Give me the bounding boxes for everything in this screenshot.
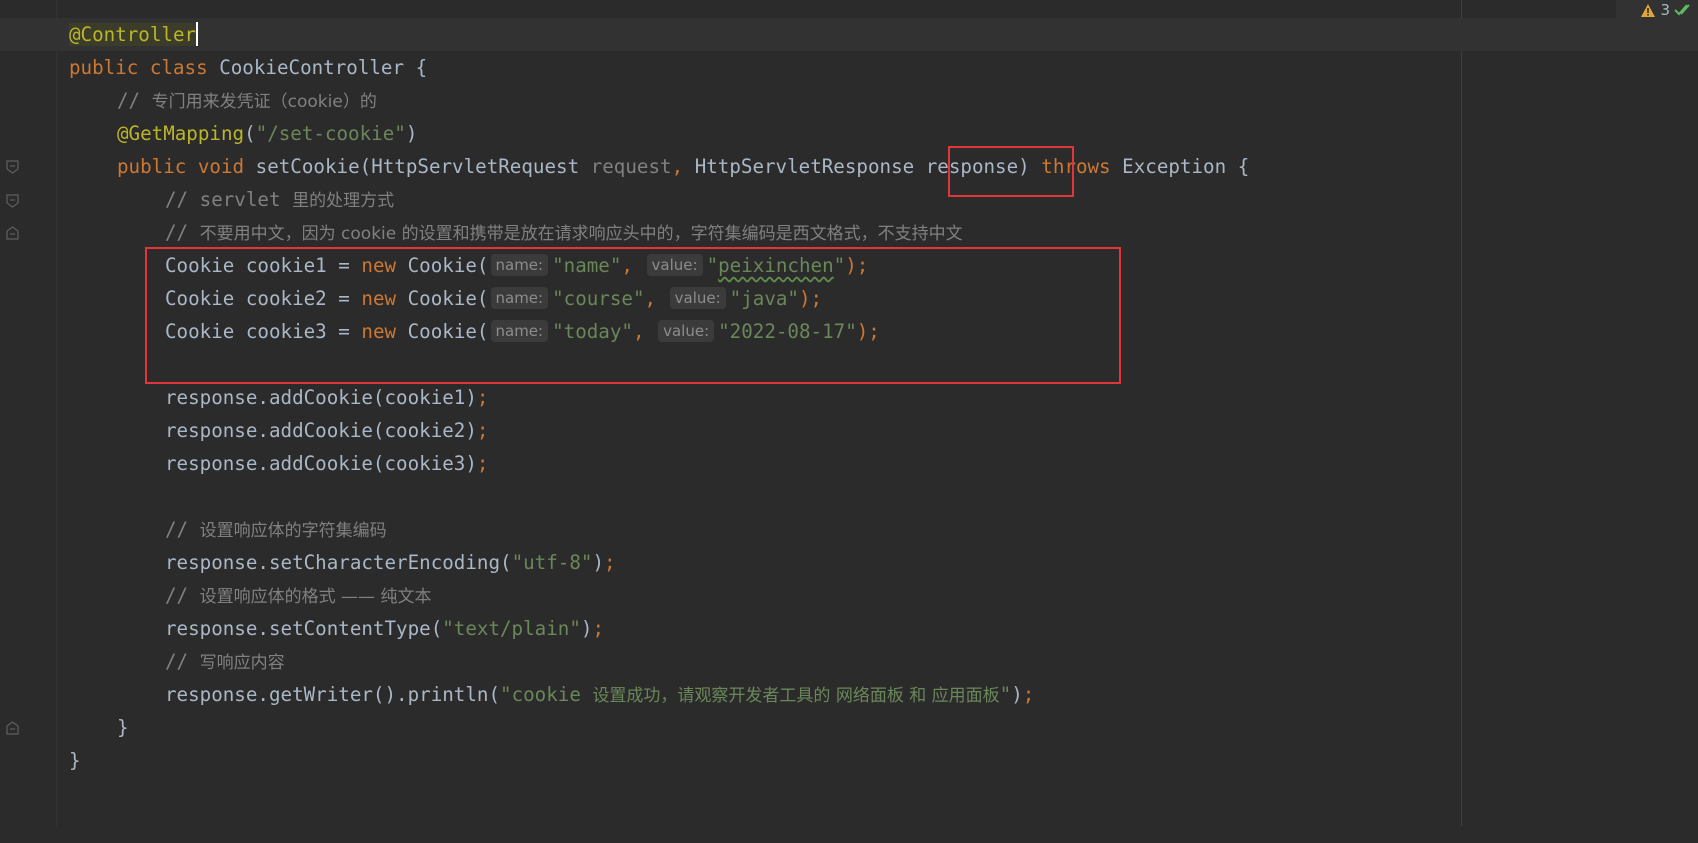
comment-token: // bbox=[165, 221, 200, 244]
method-call-token: response.addCookie(cookie3) bbox=[165, 452, 477, 475]
semicolon-token: ; bbox=[476, 419, 489, 442]
string-token: "text/plain" bbox=[442, 617, 581, 640]
annotation-token: @GetMapping bbox=[117, 122, 245, 145]
string-token: " bbox=[999, 683, 1012, 706]
paren-token: ) bbox=[580, 617, 593, 640]
text-caret bbox=[196, 22, 199, 46]
string-text: 设置成功，请观察开发者工具的 网络面板 和 应用面板 bbox=[592, 686, 1000, 706]
brace-token: } bbox=[117, 716, 129, 739]
comment-text: 里的处理方式 bbox=[292, 191, 395, 211]
semicolon-token: ; bbox=[592, 617, 604, 640]
method-call-token: response.addCookie(cookie1) bbox=[165, 386, 477, 409]
comment-token: // servlet bbox=[165, 188, 293, 211]
warning-count: 3 bbox=[1660, 1, 1670, 19]
string-token: "/set-cookie" bbox=[255, 122, 406, 145]
keyword-token: public bbox=[117, 155, 187, 178]
paren-token: ( bbox=[244, 122, 256, 145]
brace-token: { bbox=[404, 56, 428, 79]
code-line[interactable]: response.setCharacterEncoding("utf-8"); bbox=[0, 546, 1698, 579]
code-line[interactable]: // 专门用来发凭证（cookie）的 bbox=[0, 84, 1698, 117]
code-line[interactable]: response.addCookie(cookie2); bbox=[0, 414, 1698, 447]
keyword-token: class bbox=[149, 56, 208, 79]
comment-text: 写响应内容 bbox=[199, 653, 285, 673]
paren-token: ( bbox=[359, 155, 372, 178]
method-name-token: setCookie bbox=[255, 155, 360, 178]
comment-token: // bbox=[165, 650, 200, 673]
annotation-token: @Controller bbox=[69, 23, 197, 46]
comma-token: , bbox=[671, 155, 684, 178]
inspection-status[interactable]: 3 bbox=[1616, 0, 1698, 20]
code-line[interactable]: } bbox=[0, 744, 1698, 777]
code-line[interactable]: response.addCookie(cookie3); bbox=[0, 447, 1698, 480]
semicolon-token: ; bbox=[604, 551, 616, 574]
brace-token: } bbox=[69, 749, 81, 772]
comment-text: 不要用中文，因为 cookie 的设置和携带是放在请求响应头中的，字符集编码是西… bbox=[199, 224, 963, 244]
comment-text: 专门用来发凭证（cookie）的 bbox=[151, 92, 377, 112]
code-line[interactable]: response.setContentType("text/plain"); bbox=[0, 612, 1698, 645]
type-token: Exception bbox=[1122, 155, 1227, 178]
comment-token: // bbox=[117, 89, 152, 112]
keyword-token: public bbox=[69, 56, 139, 79]
code-line[interactable]: @GetMapping("/set-cookie") bbox=[0, 117, 1698, 150]
paren-token: ) bbox=[592, 551, 604, 574]
code-line[interactable]: public void setCookie(HttpServletRequest… bbox=[0, 150, 1698, 183]
warning-triangle-icon bbox=[1640, 3, 1656, 18]
code-line[interactable]: public class CookieController { bbox=[0, 51, 1698, 84]
code-line[interactable]: // servlet 里的处理方式 bbox=[0, 183, 1698, 216]
comment-token: // bbox=[165, 584, 200, 607]
type-token: HttpServletRequest bbox=[371, 155, 580, 178]
keyword-token: void bbox=[197, 155, 245, 178]
semicolon-token: ; bbox=[476, 452, 489, 475]
class-name-token: CookieController bbox=[219, 56, 405, 79]
method-call-token: response.setContentType( bbox=[165, 617, 443, 640]
paren-token: ) bbox=[1011, 683, 1023, 706]
string-token: "utf-8" bbox=[511, 551, 593, 574]
semicolon-token: ; bbox=[1022, 683, 1035, 706]
method-call-token: response.setCharacterEncoding( bbox=[165, 551, 512, 574]
code-line[interactable]: // 设置响应体的格式 —— 纯文本 bbox=[0, 579, 1698, 612]
code-line[interactable]: // 设置响应体的字符集编码 bbox=[0, 513, 1698, 546]
highlight-box-response-param bbox=[948, 146, 1074, 197]
method-call-token: response.addCookie(cookie2) bbox=[165, 419, 477, 442]
code-line[interactable]: @Controller bbox=[0, 18, 1698, 51]
string-token: "cookie bbox=[500, 683, 593, 706]
code-line[interactable]: response.addCookie(cookie1); bbox=[0, 381, 1698, 414]
code-line[interactable]: // 写响应内容 bbox=[0, 645, 1698, 678]
code-line[interactable]: } bbox=[0, 711, 1698, 744]
code-line[interactable]: // 不要用中文，因为 cookie 的设置和携带是放在请求响应头中的，字符集编… bbox=[0, 216, 1698, 249]
code-editor[interactable]: @Controller public class CookieControlle… bbox=[0, 0, 1698, 826]
code-line[interactable]: response.getWriter().println("cookie 设置成… bbox=[0, 678, 1698, 711]
parameter-token: request bbox=[590, 155, 672, 178]
highlight-box-cookie-declarations bbox=[145, 247, 1121, 384]
comment-text: 设置响应体的字符集编码 bbox=[199, 521, 387, 541]
method-call-token: response.getWriter().println( bbox=[165, 683, 501, 706]
brace-token: { bbox=[1226, 155, 1250, 178]
comment-text: 设置响应体的格式 —— 纯文本 bbox=[199, 587, 432, 607]
semicolon-token: ; bbox=[476, 386, 489, 409]
comment-token: // bbox=[165, 518, 200, 541]
type-token: HttpServletResponse bbox=[694, 155, 915, 178]
double-check-icon bbox=[1674, 2, 1694, 18]
paren-token: ) bbox=[405, 122, 418, 145]
